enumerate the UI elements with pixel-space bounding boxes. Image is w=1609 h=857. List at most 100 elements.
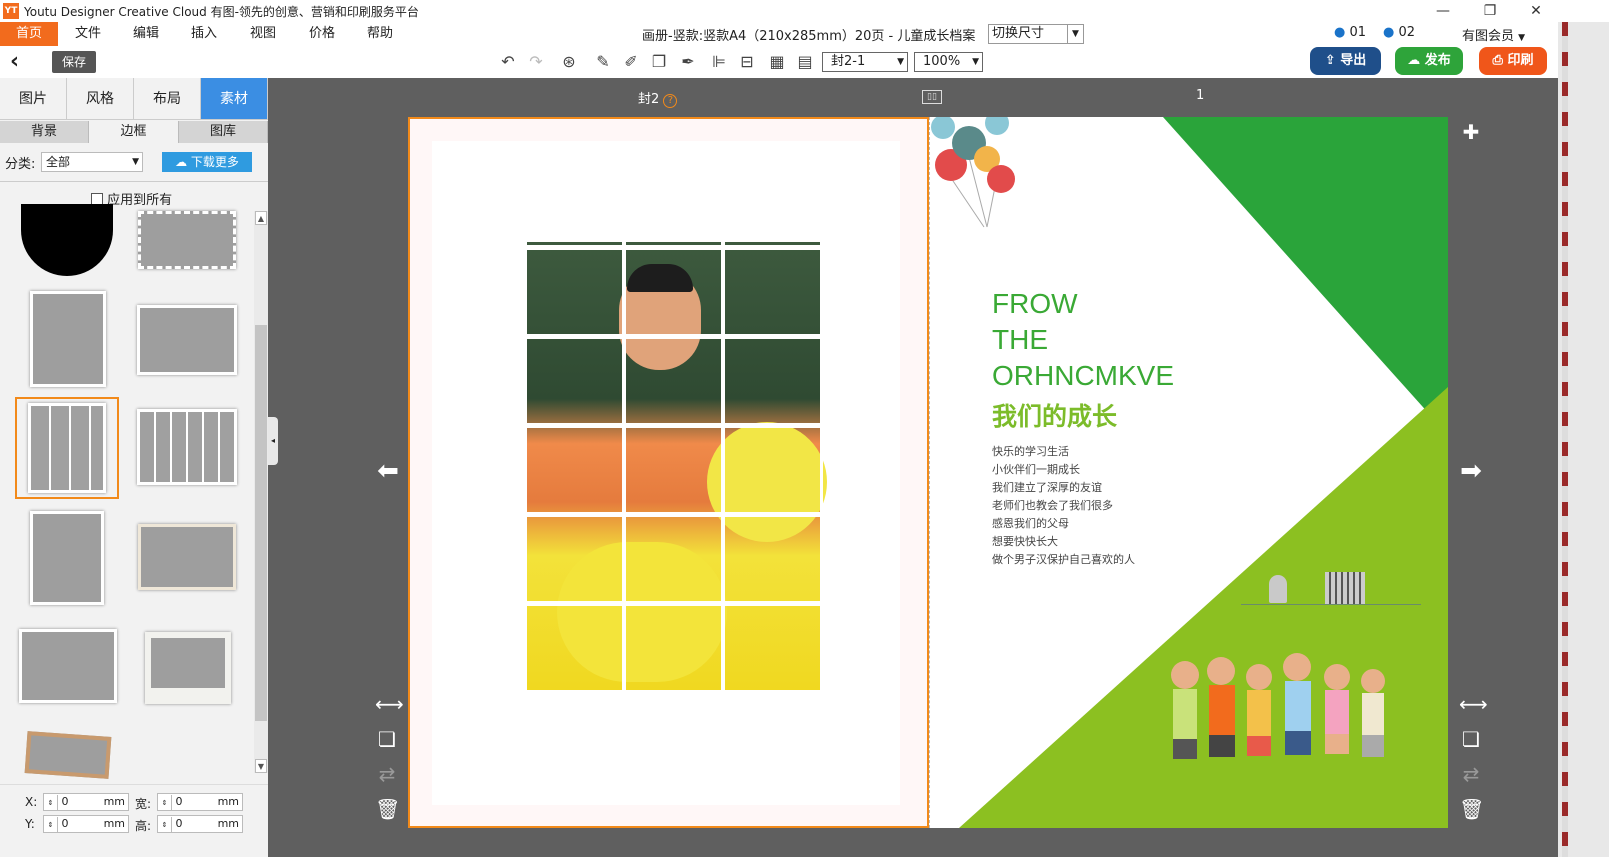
add-page-icon[interactable]: ✚ [1459,120,1483,144]
prev-page-arrow-icon[interactable]: ⬅ [376,458,400,484]
height-label: 高: [135,819,152,833]
user-1[interactable]: ● 01 [1334,25,1366,40]
share-icon: ⇪ [1324,53,1336,68]
download-more-button[interactable]: ☁ 下载更多 [162,152,252,172]
menu-file[interactable]: 文件 [60,22,116,46]
undo-icon[interactable]: ↶ [497,52,519,72]
switch-size-label: 切换尺寸 [992,26,1045,41]
publish-button[interactable]: ☁ 发布 [1395,47,1463,75]
frame-thumb-cream[interactable] [138,524,236,590]
menu-edit[interactable]: 编辑 [118,22,174,46]
tab-images[interactable]: 图片 [0,78,67,120]
zoom-value: 100% [923,54,961,69]
frame-list-scrollbar[interactable]: ▲ ▼ [254,211,268,773]
menu-help[interactable]: 帮助 [352,22,408,46]
delete-page-icon[interactable]: 🗑 [375,797,400,821]
tab-layout[interactable]: 布局 [134,78,201,120]
frame-thumb-polaroid[interactable] [145,632,231,704]
frame-thumb-stamp[interactable] [138,211,236,269]
stepper-icon[interactable]: ⇕ [158,817,172,833]
pen-icon[interactable]: ✒ [677,52,699,72]
width-field[interactable]: ⇕ 0 mm [157,793,243,811]
right-page[interactable]: FROW THE ORHNCMKVE 我们的成长 快乐的学习生活 小伙伴们一期成… [929,117,1448,828]
left-page[interactable] [408,117,929,828]
page-icon[interactable]: ▤ [794,52,816,72]
help-icon[interactable]: ? [663,94,678,108]
menu-insert[interactable]: 插入 [176,22,232,46]
frame-thumb-portrait[interactable] [30,291,106,387]
stepper-icon[interactable]: ⇕ [158,795,172,811]
frame-thumb-plain[interactable] [19,629,117,703]
copy-page-icon[interactable]: ❏ [1459,727,1483,751]
stepper-icon[interactable]: ⇕ [44,795,58,811]
back-icon[interactable]: ‹ [10,50,19,74]
subtab-background[interactable]: 背景 [0,121,89,143]
frame-thumb-wood[interactable] [24,731,112,779]
user-2[interactable]: ● 02 [1383,25,1415,40]
grid-lines [527,242,823,690]
scroll-thumb[interactable] [255,325,267,721]
background-window-edge [1558,22,1609,857]
zoom-select[interactable]: 100% ▼ [914,52,983,72]
tab-materials[interactable]: 素材 [201,78,268,120]
scroll-down-icon[interactable]: ▼ [255,759,267,773]
y-field[interactable]: ⇕ 0 mm [43,815,129,833]
frame-thumb-grid-wide[interactable] [137,409,237,485]
books-illustration [1325,572,1365,604]
export-button[interactable]: ⇪ 导出 [1310,47,1381,75]
fit-width-icon[interactable]: ⟷ [1459,692,1488,716]
redo-icon[interactable]: ↷ [525,52,547,72]
edit-text-icon[interactable]: ✎ [592,52,614,72]
scroll-up-icon[interactable]: ▲ [255,211,267,225]
frame-thumb-landscape[interactable] [137,305,237,375]
member-menu[interactable]: 有图会员 ▼ [1462,25,1525,44]
height-field[interactable]: ⇕ 0 mm [157,815,243,833]
switch-size-dropdown[interactable]: 切换尺寸 ▼ [988,24,1084,44]
app-logo: YT [3,3,19,19]
menu-home[interactable]: 首页 [0,22,58,46]
restore-button[interactable]: ❐ [1467,0,1513,22]
frame-thumb-circle[interactable] [21,204,113,276]
cover-subtitle[interactable]: 我们的成长 [992,397,1117,433]
copy-page-icon[interactable]: ❏ [375,727,399,751]
tab-style[interactable]: 风格 [67,78,134,120]
swap-page-icon[interactable]: ⇄ [375,762,399,786]
cover-body-text[interactable]: 快乐的学习生活 小伙伴们一期成长 我们建立了深厚的友谊 老师们也教会了我们很多 … [992,443,1135,569]
align-left-icon[interactable]: ⊫ [708,52,730,72]
delete-page-icon[interactable]: 🗑 [1459,797,1484,821]
close-button[interactable]: ✕ [1513,0,1559,22]
minimize-button[interactable]: — [1420,0,1466,22]
body-line: 我们建立了深厚的友谊 [992,481,1102,494]
grid-icon[interactable]: ▦ [766,52,788,72]
page-select[interactable]: 封2-1 ▼ [822,52,908,72]
collapse-panel-handle[interactable]: ◂ [268,417,278,465]
frame-thumb-grid-selected[interactable] [15,397,119,499]
frame-thumb-tall[interactable] [30,511,104,605]
zoom-select-icon[interactable]: ⊛ [558,52,580,72]
print-button[interactable]: ⎙ 印刷 [1479,47,1547,75]
category-select[interactable]: 全部 ▼ [41,152,143,172]
cloud-icon: ☁ [175,155,188,169]
next-page-arrow-icon[interactable]: ➡ [1459,458,1483,484]
menu-view[interactable]: 视图 [234,22,292,46]
layer-icon[interactable]: ❐ [648,52,670,72]
x-field[interactable]: ⇕ 0 mm [43,793,129,811]
print-label: 印刷 [1507,53,1534,68]
chevron-down-icon: ▼ [972,57,979,67]
photo-grid-frame[interactable] [527,242,827,690]
save-button[interactable]: 保存 [52,51,96,73]
menu-price[interactable]: 价格 [294,22,350,46]
fit-width-icon[interactable]: ⟷ [375,692,404,716]
edit-image-icon[interactable]: ✐ [620,52,642,72]
cover-title[interactable]: FROW THE ORHNCMKVE [992,286,1174,394]
subtab-gallery[interactable]: 图库 [179,121,268,143]
swap-page-icon[interactable]: ⇄ [1459,762,1483,786]
stepper-icon[interactable]: ⇕ [44,817,58,833]
spread-view-icon[interactable]: ▯▯ [922,90,942,104]
subtab-frame[interactable]: 边框 [89,121,179,143]
distribute-icon[interactable]: ⊟ [736,52,758,72]
x-label: X: [25,795,38,809]
left-panel: 图片 风格 布局 素材 背景 边框 图库 分类: 全部 ▼ ☁ 下载更多 应用到所… [0,78,268,857]
body-line: 小伙伴们一期成长 [992,463,1080,476]
frame-grid-preview [28,403,106,493]
